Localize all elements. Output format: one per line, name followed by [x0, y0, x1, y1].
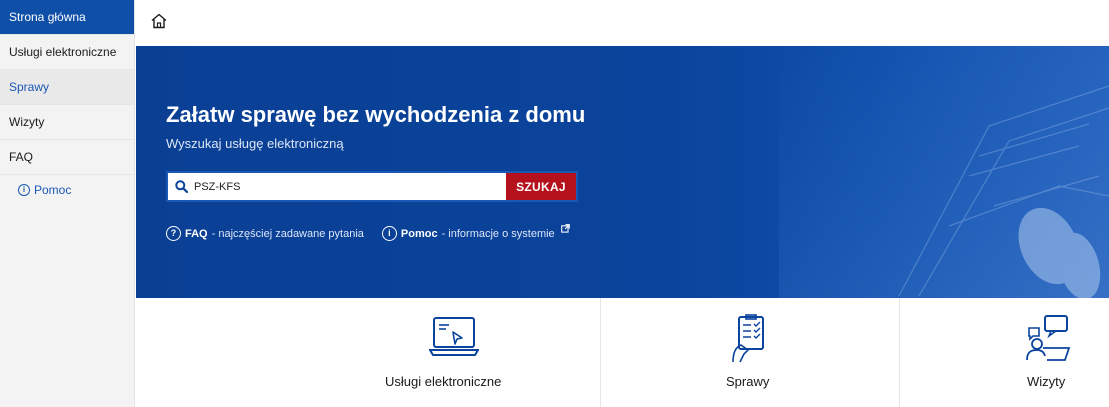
- hero-subtitle: Wyszukaj usługę elektroniczną: [166, 136, 344, 151]
- info-icon: i: [18, 184, 30, 196]
- faq-link-title: FAQ: [185, 227, 208, 240]
- document-checklist-icon: [732, 314, 764, 363]
- hero-banner: Załatw sprawę bez wychodzenia z domu Wys…: [136, 46, 1109, 298]
- sidebar-help-link[interactable]: i Pomoc: [0, 183, 134, 197]
- hero-links: ? FAQ - najczęściej zadawane pytania i P…: [166, 224, 570, 241]
- card-label-cases: Sprawy: [726, 374, 770, 389]
- search-input[interactable]: [194, 173, 506, 200]
- service-cards: Usługi elektroniczne Sprawy Wizyty: [136, 298, 1109, 407]
- card-cases[interactable]: Sprawy: [601, 298, 900, 407]
- hero-title: Załatw sprawę bez wychodzenia z domu: [166, 102, 586, 127]
- card-electronic-services[interactable]: Usługi elektroniczne: [136, 298, 601, 407]
- search-icon: [168, 173, 194, 200]
- help-link[interactable]: i Pomoc - informacje o systemie: [381, 224, 570, 241]
- card-label-electronic-services: Usługi elektroniczne: [385, 374, 502, 389]
- sidebar-item-electronic-services[interactable]: Usługi elektroniczne: [0, 35, 134, 70]
- sidebar-item-cases[interactable]: Sprawy: [0, 70, 134, 105]
- question-circle-icon: ?: [166, 226, 181, 241]
- laptop-icon: [429, 317, 479, 356]
- sidebar-item-faq[interactable]: FAQ: [0, 140, 134, 175]
- info-circle-icon: i: [381, 226, 397, 241]
- sidebar-help-label: Pomoc: [34, 183, 72, 197]
- faq-link[interactable]: ? FAQ - najczęściej zadawane pytania: [166, 226, 364, 241]
- sidebar-item-home[interactable]: Strona główna: [0, 0, 134, 35]
- card-visits[interactable]: Wizyty: [900, 298, 1109, 407]
- help-link-title: Pomoc: [400, 227, 438, 240]
- home-icon[interactable]: [150, 12, 168, 30]
- laptop-hands-illustration: [779, 46, 1109, 298]
- search-box: SZUKAJ: [166, 171, 578, 202]
- sidebar-item-visits[interactable]: Wizyty: [0, 105, 134, 140]
- search-button[interactable]: SZUKAJ: [506, 173, 576, 200]
- sidebar: Strona główna Usługi elektroniczne Spraw…: [0, 0, 135, 407]
- faq-link-desc: - najczęściej zadawane pytania: [211, 227, 364, 240]
- top-bar: [136, 0, 1109, 44]
- help-link-desc: - informacje o systemie: [441, 227, 555, 240]
- meeting-icon: [1026, 315, 1071, 361]
- external-link-icon: [560, 224, 570, 233]
- card-label-visits: Wizyty: [1027, 374, 1066, 389]
